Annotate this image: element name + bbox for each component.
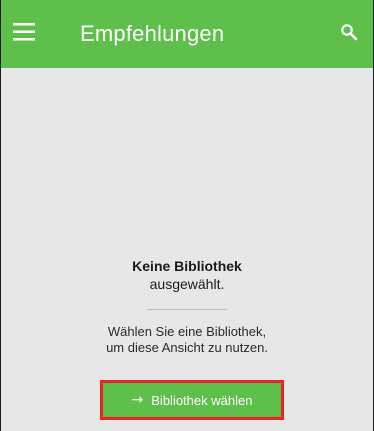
choose-library-button[interactable]: → Bibliothek wählen xyxy=(103,383,281,417)
search-icon xyxy=(341,24,358,41)
hamburger-menu-icon xyxy=(13,23,35,41)
menu-button[interactable] xyxy=(13,18,41,46)
empty-state-hint: Wählen Sie eine Bibliothek, um diese Ans… xyxy=(1,324,373,356)
hint-line-1: Wählen Sie eine Bibliothek, xyxy=(107,324,267,339)
highlight-frame: → Bibliothek wählen xyxy=(100,380,284,420)
search-button[interactable] xyxy=(339,22,363,46)
page-title: Empfehlungen xyxy=(80,21,225,46)
app-bar: Empfehlungen xyxy=(1,0,373,68)
divider xyxy=(147,309,227,310)
empty-state-subheading: ausgewählt. xyxy=(149,276,225,292)
arrow-right-icon: → xyxy=(131,392,144,408)
app-screen: Empfehlungen Keine Bibliothek ausgewählt… xyxy=(0,0,374,431)
hint-line-2: um diese Ansicht zu nutzen. xyxy=(106,340,268,355)
empty-state: Keine Bibliothek ausgewählt. Wählen Sie … xyxy=(1,258,373,356)
empty-state-heading: Keine Bibliothek xyxy=(132,258,242,274)
choose-library-label: Bibliothek wählen xyxy=(151,392,253,408)
